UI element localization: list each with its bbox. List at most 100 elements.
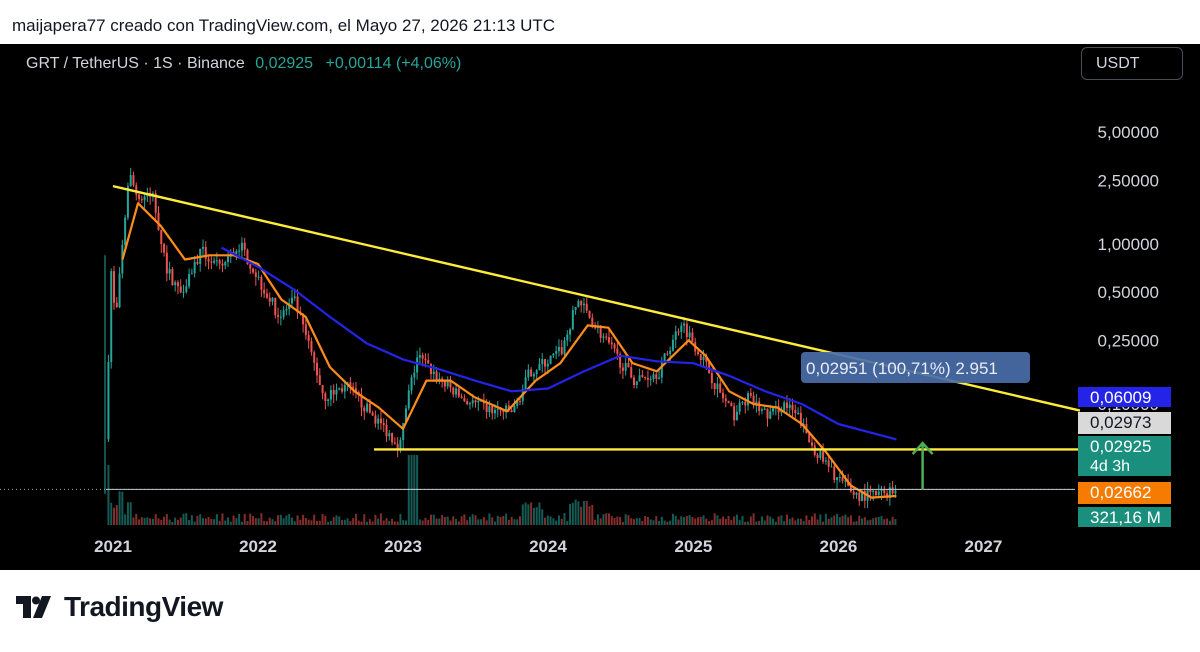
volume-bar [830,517,833,525]
candle-body [605,336,608,338]
volume-bar [836,513,839,525]
volume-bar [596,514,599,525]
candles [104,168,897,509]
chart-panel[interactable]: 0,02951 (100,71%) 2.951 5,00000 2,50000 1,0… [0,44,1200,570]
candle-body [633,377,636,386]
candle-body [185,286,188,292]
candle-body [179,286,182,293]
candle-body [210,261,213,263]
candle-body [371,412,374,416]
candle-body [160,230,163,245]
volume-bar [118,491,121,525]
volume-bar [541,509,544,525]
volume-bar [641,520,644,525]
volume-bar [121,491,124,525]
volume-bar [418,519,421,525]
candle-body [891,487,894,494]
volume-bar [463,514,466,525]
candle-body [413,372,416,378]
volume-bar [352,518,355,525]
candle-body [471,400,474,404]
volume-bar [535,507,538,525]
price-label-text: 0,02973 [1090,413,1151,432]
candle-body [747,393,750,406]
candle-body [560,346,563,355]
candle-body [393,442,396,444]
volume-bar [552,518,555,525]
candle-body [410,377,413,391]
volume-bar [151,518,154,525]
volume-bar [263,520,266,525]
candle-body [797,412,800,414]
candle-body [427,360,430,364]
candle-body [766,408,769,419]
volume-bar [335,515,338,525]
candle-body [730,403,733,407]
candle-body [196,261,199,264]
volume-bar [316,520,319,525]
volume-bar [869,519,872,525]
candle-body [213,260,216,263]
candle-body [238,250,241,252]
candle-body [671,339,674,351]
candle-body [388,433,391,437]
volume-bar [218,520,221,525]
candle-body [794,410,797,414]
volume-bar [513,519,516,525]
candle-body [724,398,727,401]
candle-body [769,411,772,419]
volume-bar [788,519,791,525]
candle-body [421,355,424,359]
volume-bar [290,517,293,525]
volume-bar [421,520,424,525]
volume-bar [872,518,875,525]
candle-body [463,397,466,402]
volume-bar [733,516,736,525]
volume-bar [849,515,852,525]
volume-bar [844,514,847,525]
candle-body [588,310,591,318]
candle-body [224,262,227,266]
volume-bar [652,520,655,525]
candle-body [240,242,243,251]
volume-bar [110,502,113,525]
volume-bar [435,518,438,525]
price-chart[interactable]: 0,02951 (100,71%) 2.951 5,00000 2,50000 1,0… [0,44,1200,570]
candle-body [710,373,713,384]
candle-body [688,332,691,338]
volume-bar [185,513,188,525]
volume-bar [824,513,827,525]
candle-body [582,303,585,306]
volume-bar [727,515,730,525]
volume-bar [502,516,505,525]
volume-bar [780,515,783,525]
candle-body [379,418,382,424]
candle-body [452,387,455,395]
candle-body [635,381,638,386]
candle-body [666,353,669,355]
candle-body [741,401,744,403]
symbol-name: GRT / TetherUS · 1S · Binance [26,55,245,72]
candle-body [535,370,538,375]
candle-body [621,367,624,371]
volume-bar [838,517,841,525]
tradingview-logo[interactable]: TradingView [16,591,223,623]
candle-body [377,418,380,424]
volume-bar [366,521,369,525]
candle-body [699,354,702,361]
volume-bar [774,521,777,525]
price-label-text: 0,02662 [1090,483,1151,502]
volume-bar [524,502,527,525]
currency-button[interactable]: USDT [1081,47,1183,80]
volume-bar [446,516,449,525]
volume-bar [613,518,616,525]
candle-body [460,396,463,398]
candle-body [332,390,335,395]
volume-bar [468,516,471,525]
volume-bar [491,517,494,525]
price-label-text: 0,02925 [1090,437,1151,456]
price-label-text: 321,16 M [1090,508,1161,527]
volume-bar [168,519,171,525]
candle-body [719,383,722,393]
volume-bar [621,521,624,525]
